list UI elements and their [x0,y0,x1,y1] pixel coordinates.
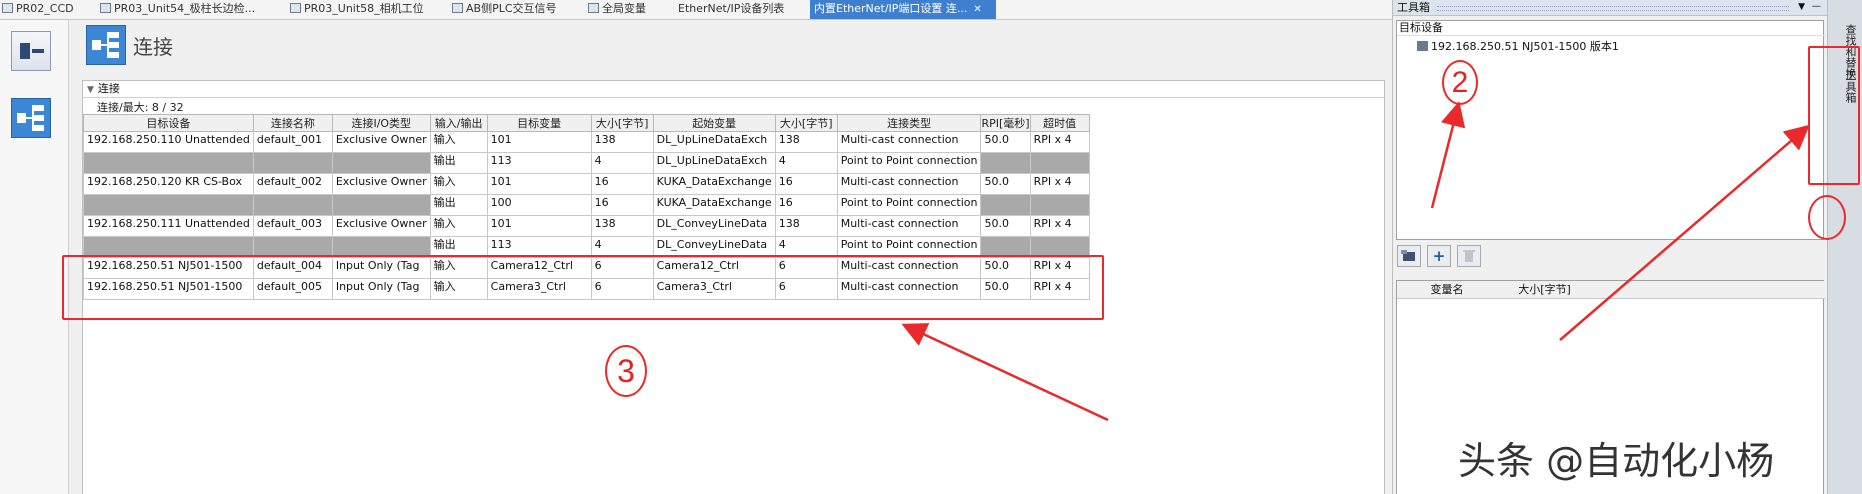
watermark: 头条 @自动化小杨 [1458,439,1775,483]
annotation-arrows [901,101,1810,422]
arrow-to-2 [1430,101,1466,209]
arrow-to-camera-rows [901,323,1109,422]
arrow-to-toolbox-tab [1559,124,1810,341]
